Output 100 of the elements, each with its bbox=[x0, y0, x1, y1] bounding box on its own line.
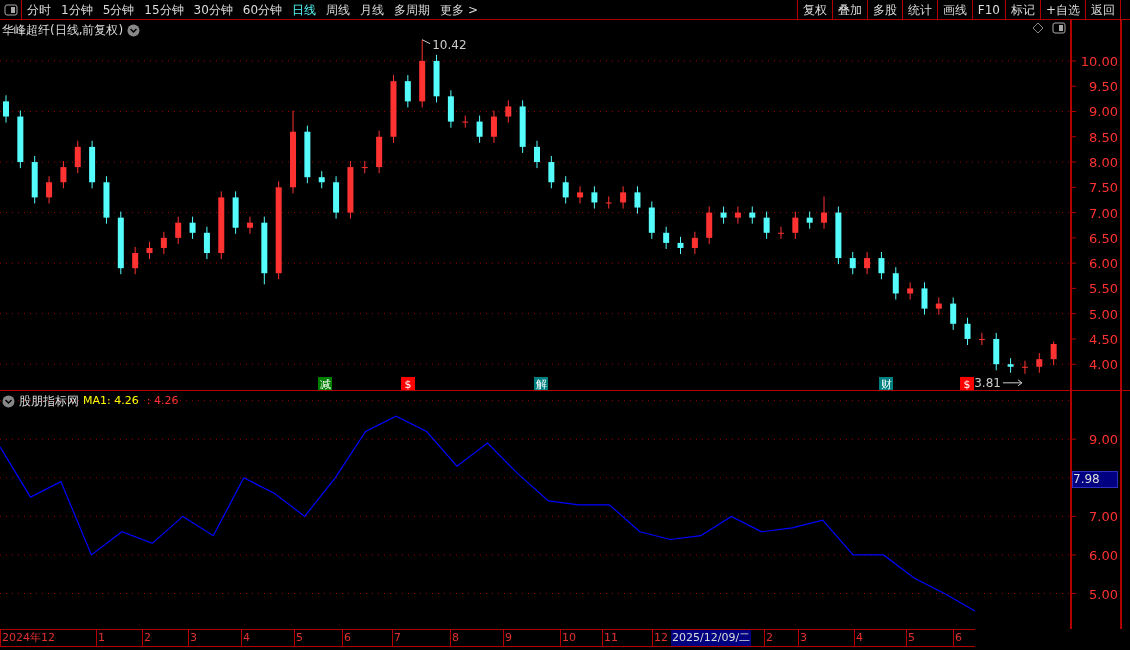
candlestick bbox=[261, 216, 268, 285]
candlestick bbox=[89, 140, 96, 189]
candlestick bbox=[1021, 360, 1028, 375]
candlestick bbox=[505, 99, 512, 124]
candlestick bbox=[950, 297, 957, 331]
date-label: 10 bbox=[560, 630, 576, 646]
toolbar-button[interactable]: 复权 bbox=[796, 0, 832, 20]
diamond-icon[interactable] bbox=[1032, 22, 1044, 34]
candlestick bbox=[591, 185, 598, 210]
candlestick bbox=[907, 281, 914, 300]
period-tab[interactable]: 周线 bbox=[321, 0, 356, 20]
price-label: 8.00 bbox=[1089, 155, 1118, 171]
date-label: 4 bbox=[854, 630, 863, 646]
toolbar-button[interactable]: 统计 bbox=[901, 0, 937, 20]
candlestick bbox=[806, 211, 813, 230]
toolbar-button[interactable]: 叠加 bbox=[831, 0, 867, 20]
date-label: 4 bbox=[241, 630, 250, 646]
candlestick bbox=[189, 216, 196, 240]
candlestick bbox=[706, 206, 713, 245]
price-label: 7.50 bbox=[1089, 180, 1118, 196]
candlestick bbox=[246, 216, 253, 235]
high-price-label: 10.42 bbox=[432, 37, 467, 52]
price-label: 10.00 bbox=[1080, 53, 1118, 69]
candlestick bbox=[519, 99, 526, 154]
panel-toggle-icon[interactable] bbox=[1052, 22, 1066, 34]
candlestick bbox=[634, 185, 641, 215]
period-tab[interactable]: 分时 bbox=[22, 0, 56, 20]
candlestick bbox=[864, 251, 871, 275]
toolbar-button[interactable]: +自选 bbox=[1039, 0, 1085, 20]
toolbar-button[interactable]: F10 bbox=[971, 0, 1005, 20]
candlestick bbox=[132, 246, 139, 275]
candlestick bbox=[792, 211, 799, 240]
price-label: 6.00 bbox=[1089, 547, 1118, 563]
candlestick bbox=[218, 190, 225, 260]
price-label: 9.00 bbox=[1089, 104, 1118, 120]
candlestick bbox=[203, 226, 210, 260]
candlestick bbox=[1050, 341, 1057, 366]
price-label: 5.00 bbox=[1089, 586, 1118, 602]
price-label: 8.50 bbox=[1089, 129, 1118, 145]
date-label: 7 bbox=[392, 630, 401, 646]
candlestick bbox=[74, 140, 81, 174]
candlestick bbox=[347, 160, 354, 220]
candlestick bbox=[620, 185, 627, 210]
date-label: 6 bbox=[953, 630, 962, 646]
period-tab[interactable]: 日线 bbox=[287, 0, 322, 20]
candlestick bbox=[677, 236, 684, 255]
panel-toggle-icon[interactable] bbox=[3, 3, 18, 16]
candlestick bbox=[749, 206, 756, 225]
candlestick bbox=[232, 190, 239, 235]
ma-value: : 4.26 bbox=[146, 392, 179, 409]
period-tab[interactable]: 30分钟 bbox=[188, 0, 238, 20]
candlestick bbox=[361, 160, 368, 174]
date-label: 5 bbox=[906, 630, 915, 646]
candlestick bbox=[964, 317, 971, 346]
toolbar-button[interactable]: 画线 bbox=[936, 0, 972, 20]
chart-title: 华峰超纤(日线,前复权) bbox=[2, 22, 124, 39]
candlestick bbox=[878, 251, 885, 280]
ma-value: : 4.26 bbox=[107, 392, 139, 409]
period-tab[interactable]: 更多 > bbox=[435, 0, 483, 20]
period-tab[interactable]: 多周期 bbox=[389, 0, 436, 20]
period-tab[interactable]: 15分钟 bbox=[139, 0, 189, 20]
toolbar-button[interactable]: 多股 bbox=[866, 0, 902, 20]
price-label: 6.50 bbox=[1089, 230, 1118, 246]
date-label: 12 bbox=[652, 630, 668, 646]
leader-line bbox=[421, 39, 431, 45]
chevron-icon[interactable] bbox=[2, 394, 15, 408]
price-label: 9.00 bbox=[1089, 432, 1118, 448]
candlestick bbox=[490, 110, 497, 144]
toolbar-button[interactable]: 返回 bbox=[1085, 0, 1120, 20]
price-label: 5.50 bbox=[1089, 281, 1118, 297]
candlestick bbox=[60, 160, 67, 189]
candlestick bbox=[935, 297, 942, 316]
candlestick bbox=[835, 206, 842, 265]
candlestick bbox=[577, 185, 584, 204]
cursor-value-label: 7.98 bbox=[1072, 470, 1118, 488]
candlestick bbox=[720, 206, 727, 225]
candlestick bbox=[175, 216, 182, 245]
candlestick bbox=[849, 251, 856, 275]
date-label: 1 bbox=[96, 630, 105, 646]
signal-marker: 财 bbox=[879, 377, 893, 390]
candlestick bbox=[3, 94, 9, 124]
date-label: 8 bbox=[450, 630, 459, 646]
candlestick bbox=[691, 231, 698, 255]
candlestick bbox=[419, 39, 426, 108]
candlestick bbox=[146, 241, 153, 260]
date-label: 2024年12 bbox=[0, 630, 55, 646]
candlestick bbox=[17, 110, 24, 169]
candlestick bbox=[605, 195, 612, 210]
price-label: 7.00 bbox=[1089, 205, 1118, 221]
date-label: 3 bbox=[188, 630, 197, 646]
period-tab[interactable]: 1分钟 bbox=[56, 0, 98, 20]
candlestick bbox=[892, 266, 899, 300]
period-tab[interactable]: 5分钟 bbox=[97, 0, 140, 20]
candlestick bbox=[734, 206, 741, 225]
period-tab[interactable]: 月线 bbox=[355, 0, 390, 20]
candlestick bbox=[160, 231, 167, 255]
toolbar-button[interactable]: 标记 bbox=[1004, 0, 1040, 20]
chevron-icon[interactable] bbox=[127, 23, 141, 37]
period-tab[interactable]: 60分钟 bbox=[237, 0, 288, 20]
price-label: 5.00 bbox=[1089, 306, 1118, 322]
